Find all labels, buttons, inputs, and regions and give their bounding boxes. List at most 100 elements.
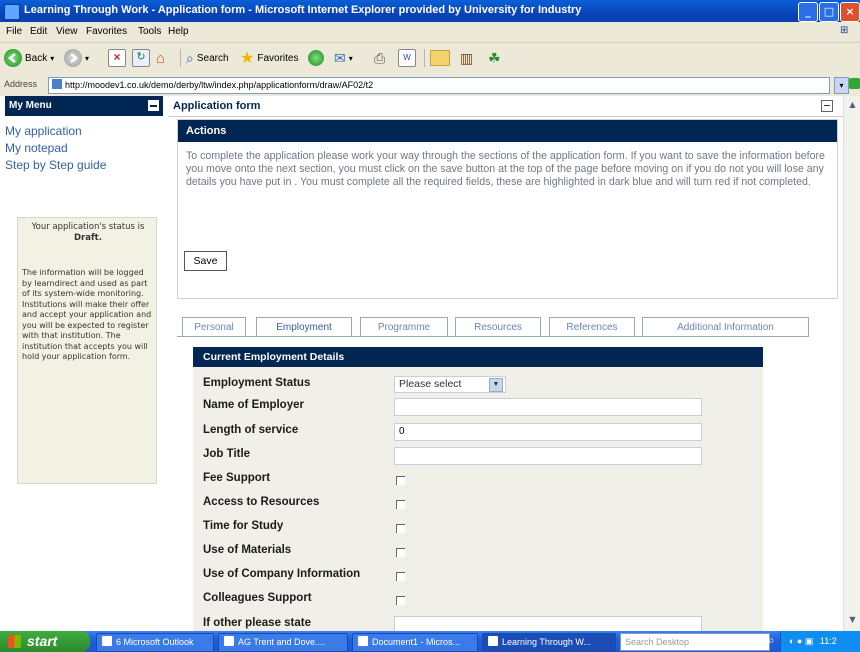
refresh-icon: ↻	[132, 49, 150, 67]
use-of-company-information-label: Use of Company Information	[203, 568, 361, 580]
research-button[interactable]: ▥	[460, 47, 473, 69]
messenger-button[interactable]: ☘	[488, 47, 501, 69]
tab-references[interactable]: References	[549, 317, 635, 337]
task-ag-trent-label: AG Trent and Dove....	[238, 637, 326, 647]
task-document1-label: Document1 - Micros...	[372, 637, 461, 647]
page-icon	[52, 79, 62, 89]
search-label: Search	[196, 52, 229, 64]
sidebar-link-step-by-step-guide[interactable]: Step by Step guide	[5, 158, 106, 172]
mail-icon: ✉	[334, 49, 346, 66]
use-of-materials-checkbox[interactable]	[396, 548, 405, 557]
tab-divider	[177, 336, 808, 337]
collapse-menu-icon[interactable]	[148, 100, 159, 111]
actions-panel: Actions To complete the application plea…	[177, 119, 838, 299]
go-button[interactable]: Go	[849, 78, 860, 89]
close-button[interactable]: ×	[840, 2, 860, 22]
browser-toolbar: Back ▾ ▾ × ↻ ⌂ ⌕ Search ★ Favorites ✉ ▾ …	[0, 43, 860, 76]
books-icon: ▥	[460, 49, 474, 66]
save-button[interactable]: Save	[184, 251, 227, 271]
ie-icon	[488, 636, 498, 646]
other-please-state-input[interactable]	[394, 616, 702, 631]
print-button[interactable]: ⎙	[374, 47, 385, 69]
search-icon: ⌕	[186, 49, 194, 66]
word-edit-icon: W	[398, 49, 416, 67]
stop-button[interactable]: ×	[108, 47, 126, 69]
length-of-service-input[interactable]: 0	[394, 423, 702, 441]
address-dropdown-button[interactable]: ▾	[834, 77, 849, 94]
time-for-study-label: Time for Study	[203, 520, 284, 532]
scroll-down-icon[interactable]: ▼	[846, 613, 859, 627]
fee-support-checkbox[interactable]	[396, 476, 405, 485]
maximize-button[interactable]: □	[819, 2, 839, 22]
application-status-text: Your application's status is Draft.	[26, 222, 150, 244]
task-outlook[interactable]: 6 Microsoft Outlook	[96, 633, 214, 652]
forward-button[interactable]: ▾	[64, 47, 89, 69]
sidebar-link-my-notepad[interactable]: My notepad	[5, 141, 68, 155]
task-learning-through-work[interactable]: Learning Through W...	[482, 633, 616, 652]
favorites-button[interactable]: ★ Favorites	[240, 47, 298, 69]
edit-button[interactable]: W	[398, 47, 416, 69]
task-document1[interactable]: Document1 - Micros...	[352, 633, 478, 652]
tab-personal[interactable]: Personal	[182, 317, 246, 337]
actions-title: Actions	[186, 125, 227, 137]
web-page: My Menu My application My notepad Step b…	[0, 96, 860, 631]
desktop-search-input[interactable]: Search Desktop	[620, 633, 770, 651]
stop-icon: ×	[108, 49, 126, 67]
home-icon: ⌂	[156, 49, 166, 67]
scroll-up-icon[interactable]: ▲	[846, 98, 859, 112]
access-to-resources-checkbox[interactable]	[396, 500, 405, 509]
task-ag-trent[interactable]: AG Trent and Dove....	[218, 633, 348, 652]
menu-help[interactable]: Help	[168, 26, 189, 37]
word-icon	[358, 636, 368, 646]
my-menu-header: My Menu	[5, 96, 163, 116]
sidebar-link-my-application[interactable]: My application	[5, 124, 82, 138]
clock: 11:2	[819, 636, 837, 646]
minimize-button[interactable]: _	[798, 2, 818, 22]
window-title-bar: Learning Through Work - Application form…	[0, 0, 860, 22]
menu-favorites[interactable]: Favorites	[86, 26, 127, 37]
length-of-service-label: Length of service	[203, 424, 299, 436]
desktop-search-icon[interactable]: ⌕	[768, 633, 775, 648]
mail-button[interactable]: ✉ ▾	[334, 47, 353, 69]
messenger-icon: ☘	[488, 49, 501, 66]
tab-programme[interactable]: Programme	[360, 317, 448, 337]
task-ltw-label: Learning Through W...	[502, 637, 591, 647]
time-for-study-checkbox[interactable]	[396, 524, 405, 533]
tab-resources[interactable]: Resources	[455, 317, 541, 337]
start-button[interactable]: start	[0, 631, 90, 652]
colleagues-support-checkbox[interactable]	[396, 596, 405, 605]
history-button[interactable]	[308, 47, 324, 69]
back-arrow-icon	[4, 49, 22, 67]
system-tray: ◐ ● ▣ 11:2	[780, 631, 860, 652]
actions-header: Actions	[178, 120, 837, 142]
windows-logo-icon: ⊞	[840, 25, 849, 36]
status-prefix: Your application's status is	[31, 222, 145, 232]
ie-app-icon	[4, 4, 20, 20]
address-bar: Address http://moodev1.co.uk/demo/derby/…	[0, 75, 860, 97]
menu-view[interactable]: View	[56, 26, 78, 37]
menu-file[interactable]: File	[6, 26, 22, 37]
current-employment-panel: Current Employment Details Employment St…	[193, 347, 763, 631]
employer-name-input[interactable]	[394, 398, 702, 416]
search-button[interactable]: ⌕ Search	[186, 47, 229, 69]
mail-dropdown-icon: ▾	[348, 53, 353, 63]
folder-button[interactable]	[430, 47, 450, 69]
use-of-company-information-checkbox[interactable]	[396, 572, 405, 581]
desktop-search-placeholder: Search Desktop	[625, 637, 690, 647]
address-input[interactable]: http://moodev1.co.uk/demo/derby/ltw/inde…	[48, 77, 830, 94]
collapse-panel-icon[interactable]	[821, 100, 833, 112]
tab-employment[interactable]: Employment	[256, 317, 352, 337]
employment-status-select[interactable]: Please select ▼	[394, 376, 506, 393]
back-button[interactable]: Back ▾	[4, 47, 54, 69]
vertical-scrollbar[interactable]: ▲ ▼	[843, 96, 860, 631]
other-please-state-label: If other please state	[203, 617, 312, 629]
job-title-input[interactable]	[394, 447, 702, 465]
tab-additional-information[interactable]: Additional Information	[642, 317, 809, 337]
menu-tools[interactable]: Tools	[138, 26, 161, 37]
length-of-service-value: 0	[399, 426, 405, 437]
toolbar-separator	[180, 49, 181, 67]
menu-edit[interactable]: Edit	[30, 26, 47, 37]
folder-icon	[430, 50, 450, 66]
home-button[interactable]: ⌂	[156, 47, 165, 69]
refresh-button[interactable]: ↻	[132, 47, 150, 69]
